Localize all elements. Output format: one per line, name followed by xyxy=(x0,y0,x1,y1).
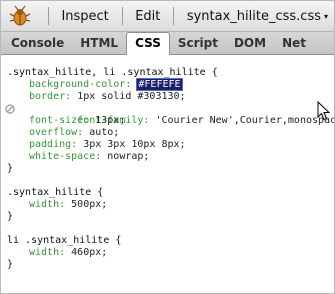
property-value[interactable]: nowrap; xyxy=(107,151,149,162)
toolbar: Inspect Edit syntax_hilite_css.css ▾ xyxy=(1,1,334,32)
tab-html[interactable]: HTML xyxy=(72,33,126,54)
css-declaration-disabled[interactable]: font-family: 'Courier New',Courier,monos… xyxy=(5,103,334,126)
property-name[interactable]: border: xyxy=(29,91,71,102)
firebug-icon[interactable] xyxy=(9,5,31,27)
css-declaration[interactable]: padding: 3px 3px 10px 8px; xyxy=(7,139,334,151)
tab-script[interactable]: Script xyxy=(170,33,226,54)
property-name[interactable]: overflow: xyxy=(29,127,83,138)
property-value[interactable]: 460px; xyxy=(71,247,107,258)
rule-close-brace: } xyxy=(7,259,14,270)
property-name[interactable]: width: xyxy=(29,199,65,210)
tab-console[interactable]: Console xyxy=(3,33,72,54)
css-declaration[interactable]: width: 460px; xyxy=(7,247,334,259)
edit-button[interactable]: Edit xyxy=(129,9,166,24)
css-declaration[interactable]: font-size: 13px; xyxy=(7,115,334,127)
property-value[interactable]: 1px solid #303130; xyxy=(77,91,185,102)
property-value[interactable]: auto; xyxy=(89,127,119,138)
panel-tabs: Console HTML CSS Script DOM Net xyxy=(1,32,334,55)
css-declaration[interactable]: width: 500px; xyxy=(7,199,334,211)
file-name: syntax_hilite_css.css xyxy=(186,8,321,24)
css-rule: .syntax_hilite { width: 500px; } xyxy=(7,187,334,223)
disabled-property-icon[interactable] xyxy=(5,104,15,114)
property-value[interactable]: 3px 3px 10px 8px; xyxy=(83,139,185,150)
file-selector-dropdown[interactable]: syntax_hilite_css.css ▾ xyxy=(181,9,334,24)
mouse-cursor-icon xyxy=(317,101,331,121)
css-declaration[interactable]: white-space: nowrap; xyxy=(7,151,334,163)
css-panel: .syntax_hilite, li .syntax_hilite { back… xyxy=(1,55,334,293)
tab-css[interactable]: CSS xyxy=(126,32,170,55)
property-name[interactable]: padding: xyxy=(29,139,77,150)
chevron-down-icon: ▾ xyxy=(324,11,329,21)
rule-selector[interactable]: .syntax_hilite, li .syntax_hilite { xyxy=(7,67,334,79)
rule-selector[interactable]: li .syntax_hilite { xyxy=(7,235,334,247)
property-value[interactable]: 500px; xyxy=(71,199,107,210)
tab-net[interactable]: Net xyxy=(274,33,314,54)
property-name[interactable]: white-space: xyxy=(29,151,101,162)
rule-close-brace: } xyxy=(7,163,14,174)
property-value[interactable]: 13px; xyxy=(95,115,125,126)
css-declaration[interactable]: overflow: auto; xyxy=(7,127,334,139)
css-declaration[interactable]: border: 1px solid #303130; xyxy=(7,91,334,103)
css-declaration[interactable]: background-color: #FEFEFE xyxy=(7,78,334,91)
rule-selector[interactable]: .syntax_hilite { xyxy=(7,187,334,199)
firebug-window: Inspect Edit syntax_hilite_css.css ▾ Con… xyxy=(0,0,335,294)
inspect-button[interactable]: Inspect xyxy=(55,9,114,24)
rule-close-brace: } xyxy=(7,211,14,222)
tab-dom[interactable]: DOM xyxy=(226,33,274,54)
property-name[interactable]: width: xyxy=(29,247,65,258)
property-value-editor[interactable]: #FEFEFE xyxy=(136,78,183,91)
css-rule: li .syntax_hilite { width: 460px; } xyxy=(7,235,334,271)
property-name[interactable]: background-color: xyxy=(29,79,131,90)
css-rule: .syntax_hilite, li .syntax_hilite { back… xyxy=(5,67,334,175)
property-name[interactable]: font-size: xyxy=(29,115,89,126)
